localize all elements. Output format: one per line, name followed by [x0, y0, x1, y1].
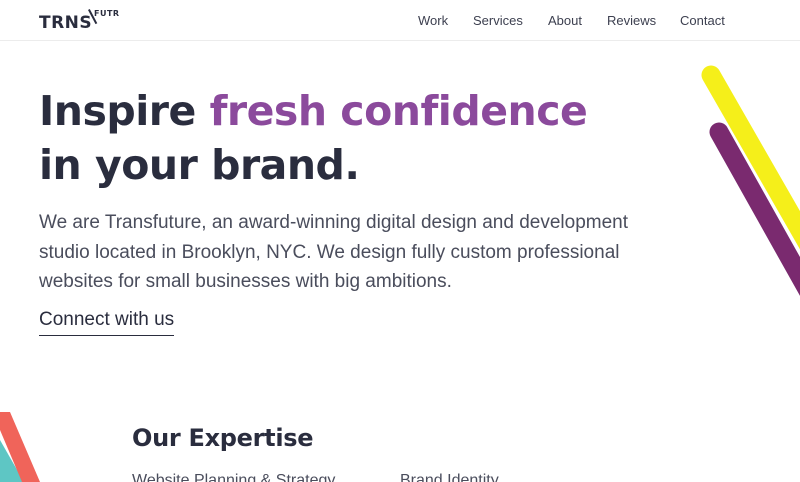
hero-description: We are Transfuture, an award-winning dig…	[39, 212, 628, 292]
site-header: TRNS FUTR Work Services About Reviews Co…	[0, 0, 800, 41]
nav-link-reviews[interactable]: Reviews	[607, 13, 656, 28]
connect-link[interactable]: Connect with us	[39, 309, 175, 336]
coral-stripe	[0, 412, 40, 482]
teal-stripe	[0, 440, 24, 482]
nav-link-services[interactable]: Services	[473, 13, 523, 28]
logo-sub-text: FUTR	[94, 9, 120, 18]
hero-title-lead: Inspire	[39, 87, 210, 135]
nav-link-contact[interactable]: Contact	[680, 13, 725, 28]
expertise-item-brand[interactable]: Brand Identity	[400, 472, 499, 482]
expertise-heading: Our Expertise	[132, 424, 314, 452]
yellow-stripe	[701, 65, 800, 250]
hero-title-tail: in your brand.	[39, 141, 360, 189]
nav-link-about[interactable]: About	[548, 13, 582, 28]
purple-stripe	[709, 122, 800, 296]
nav-link-work[interactable]: Work	[418, 13, 448, 28]
logo-main-text: TRNS	[39, 13, 93, 33]
hero-title: Inspire fresh confidence in your brand.	[39, 84, 659, 192]
expertise-item-planning[interactable]: Website Planning & Strategy	[132, 472, 335, 482]
hero-title-accent: fresh confidence	[209, 87, 588, 135]
